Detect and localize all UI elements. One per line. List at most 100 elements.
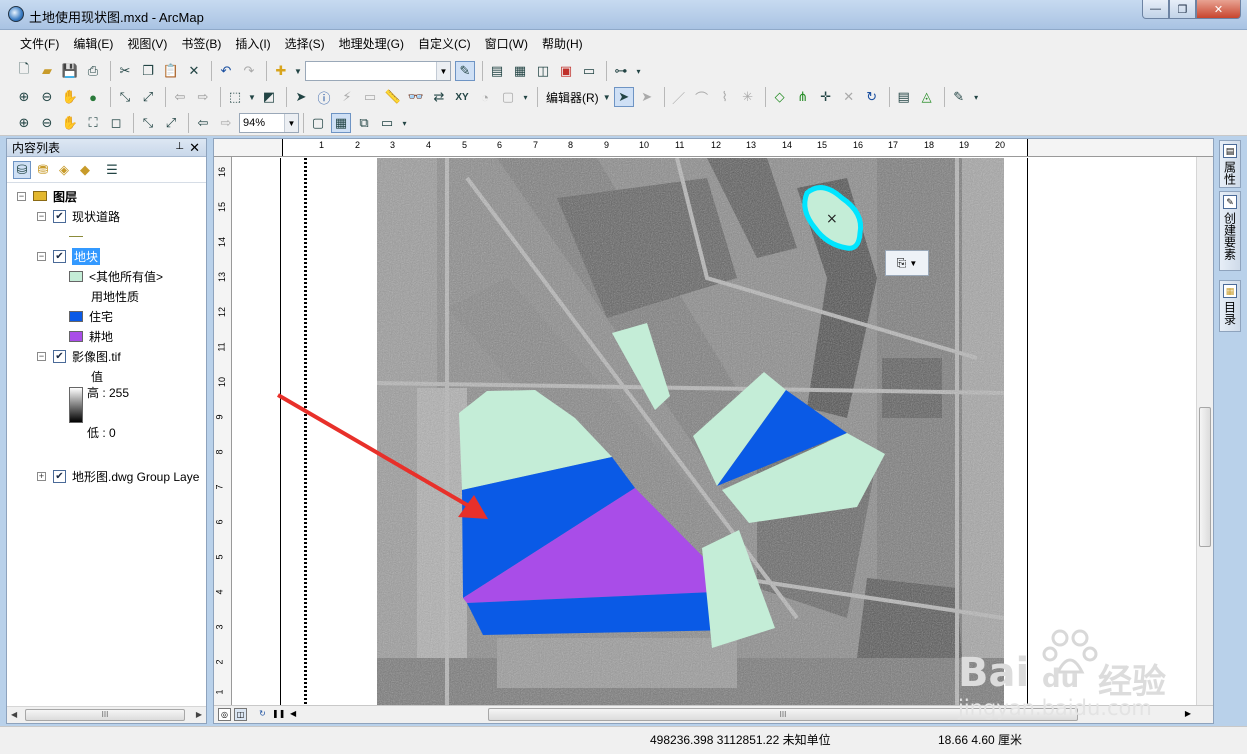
legend-class-residential[interactable]: 住宅 <box>69 307 113 325</box>
list-by-visibility-icon[interactable]: ◈ <box>55 161 73 179</box>
editor-toolbar-icon[interactable]: ✎ <box>455 61 475 81</box>
legend-other-values[interactable]: <其他所有值> <box>69 267 163 285</box>
menu-file[interactable]: 文件(F) <box>14 32 65 55</box>
layout-zoom-out-icon[interactable]: ⊖ <box>37 113 57 133</box>
fixed-zoom-out-layout-icon[interactable]: ⤢ <box>161 113 181 133</box>
layout-view-button[interactable]: ◫ <box>234 708 247 721</box>
forward-extent-icon[interactable]: ⇨ <box>193 87 213 107</box>
python-window-icon[interactable]: ▭ <box>579 61 599 81</box>
dock-tab-create-features[interactable]: ✎ 创建要素 <box>1219 191 1241 271</box>
scroll-left-icon[interactable]: ◀ <box>11 710 17 719</box>
layout-pan-icon[interactable]: ✋ <box>60 113 80 133</box>
scroll-thumb[interactable]: III <box>25 709 185 721</box>
toggle-draft-mode-icon[interactable]: ▢ <box>308 113 328 133</box>
html-popup-icon[interactable]: ▭ <box>360 87 380 107</box>
full-extent-globe-icon[interactable]: ● <box>83 87 103 107</box>
fixed-zoom-out-icon[interactable]: ⤢ <box>138 87 158 107</box>
back-extent-icon[interactable]: ⇦ <box>170 87 190 107</box>
layer-roads[interactable]: ✔ 现状道路 <box>53 207 120 225</box>
zoom-out-icon[interactable]: ⊖ <box>37 87 57 107</box>
new-document-icon[interactable]: 🗋 <box>14 61 34 81</box>
open-folder-icon[interactable]: ▰ <box>37 61 57 81</box>
trace-icon[interactable]: ⌇ <box>715 87 735 107</box>
table-window-icon[interactable]: ▤ <box>487 61 507 81</box>
pin-icon[interactable]: ⊥ <box>175 141 184 152</box>
layout-toolbar-options-icon[interactable]: ▾ <box>400 113 409 133</box>
select-elements-arrow-icon[interactable]: ➤ <box>291 87 311 107</box>
collapse-icon[interactable]: − <box>37 212 46 221</box>
sketch-properties-icon[interactable]: ◬ <box>917 87 937 107</box>
edit-tool-arrow-icon[interactable]: ➤ <box>613 87 634 107</box>
scale-combo[interactable]: ▼ <box>305 61 451 81</box>
reshape-feature-icon[interactable]: ⋔ <box>793 87 813 107</box>
zoom-100-icon[interactable]: ◻ <box>106 113 126 133</box>
chevron-down-icon[interactable]: ▼ <box>909 259 917 268</box>
scroll-right-icon[interactable]: ▶ <box>196 710 202 719</box>
layer-visibility-checkbox[interactable]: ✔ <box>53 349 66 363</box>
go-forward-extent-icon[interactable]: ⇨ <box>216 113 236 133</box>
rotate-tool-icon[interactable]: ↻ <box>862 87 882 107</box>
toolbar-options-icon[interactable]: ▾ <box>634 61 643 81</box>
arctoolbox-icon[interactable]: ▣ <box>556 61 576 81</box>
list-by-source-icon[interactable]: ⛃ <box>34 161 52 179</box>
layer-dwg-group[interactable]: ✔ 地形图.dwg Group Laye <box>53 467 199 485</box>
end-point-arc-icon[interactable]: ⌒ <box>692 87 712 107</box>
menu-customize[interactable]: 自定义(C) <box>412 32 477 55</box>
menu-selection[interactable]: 选择(S) <box>279 32 331 55</box>
pan-hand-icon[interactable]: ✋ <box>60 87 80 107</box>
dock-tab-catalog[interactable]: ▦ 目录 <box>1219 280 1241 332</box>
tools-toolbar-options-icon[interactable]: ▾ <box>521 87 530 107</box>
find-binoculars-icon[interactable]: 👓 <box>406 87 426 107</box>
legend-class-farmland[interactable]: 耕地 <box>69 327 113 345</box>
cut-polygons-icon[interactable]: ✛ <box>816 87 836 107</box>
pause-drawing-icon[interactable]: ❚❚ <box>272 708 285 721</box>
layers-root[interactable]: 图层 <box>33 187 77 205</box>
undo-icon[interactable]: ↶ <box>216 61 236 81</box>
toc-options-icon[interactable]: ☰ <box>103 161 121 179</box>
attributes-icon[interactable]: ▤ <box>894 87 914 107</box>
zoom-in-icon[interactable]: ⊕ <box>14 87 34 107</box>
roads-line-symbol[interactable] <box>69 227 89 245</box>
menu-geoprocessing[interactable]: 地理处理(G) <box>333 32 410 55</box>
editor-dropdown-icon[interactable]: ▼ <box>603 87 611 107</box>
cut-icon[interactable]: ✂ <box>115 61 135 81</box>
menu-view[interactable]: 视图(V) <box>121 32 173 55</box>
menu-bookmarks[interactable]: 书签(B) <box>175 32 227 55</box>
hyperlink-icon[interactable]: ⚡ <box>337 87 357 107</box>
select-dropdown-icon[interactable]: ▼ <box>248 87 256 107</box>
toc-horizontal-scrollbar[interactable]: ◀ III ▶ <box>7 706 206 723</box>
dock-tab-properties[interactable]: ▤ 属性 <box>1219 140 1241 188</box>
collapse-icon[interactable]: − <box>37 352 46 361</box>
fixed-zoom-in-layout-icon[interactable]: ⤡ <box>138 113 158 133</box>
go-to-xy-icon[interactable]: XY <box>452 87 472 107</box>
scroll-left-icon[interactable]: ◀ <box>290 709 296 718</box>
straight-segment-icon[interactable]: ／ <box>669 87 689 107</box>
close-button[interactable]: ✕ <box>1196 0 1241 19</box>
print-icon[interactable]: ⎙ <box>83 61 103 81</box>
measure-icon[interactable]: 📏 <box>383 87 403 107</box>
editor-toolbar-options-icon[interactable]: ▾ <box>972 87 981 107</box>
layer-raster[interactable]: ✔ 影像图.tif <box>53 347 121 365</box>
find-route-icon[interactable]: ⇄ <box>429 87 449 107</box>
identify-icon[interactable]: ⓘ <box>314 87 334 107</box>
refresh-view-icon[interactable]: ↻ <box>256 708 269 721</box>
data-driven-pages-icon[interactable]: ▭ <box>377 113 397 133</box>
add-data-icon[interactable]: ✚ <box>271 61 291 81</box>
delete-icon[interactable]: ✕ <box>184 61 204 81</box>
time-slider-icon[interactable]: ◔ <box>475 87 495 107</box>
viewer-window-icon[interactable]: ▢ <box>498 87 518 107</box>
change-layout-icon[interactable]: ⧉ <box>354 113 374 133</box>
fixed-zoom-in-icon[interactable]: ⤡ <box>115 87 135 107</box>
menu-windows[interactable]: 窗口(W) <box>479 32 534 55</box>
go-back-extent-icon[interactable]: ⇦ <box>193 113 213 133</box>
edit-vertices-icon[interactable]: ⎘ <box>897 256 907 271</box>
create-features-icon[interactable]: ✎ <box>949 87 969 107</box>
split-tool-icon[interactable]: ✕ <box>839 87 859 107</box>
clear-selection-icon[interactable]: ◩ <box>259 87 279 107</box>
add-data-dropdown-icon[interactable]: ▼ <box>294 61 302 81</box>
list-by-drawing-order-icon[interactable]: ⛁ <box>13 160 31 179</box>
expand-icon[interactable]: + <box>37 472 46 481</box>
editor-menu-button[interactable]: 编辑器(R) <box>542 89 603 106</box>
menu-help[interactable]: 帮助(H) <box>536 32 589 55</box>
layer-visibility-checkbox[interactable]: ✔ <box>53 249 66 263</box>
